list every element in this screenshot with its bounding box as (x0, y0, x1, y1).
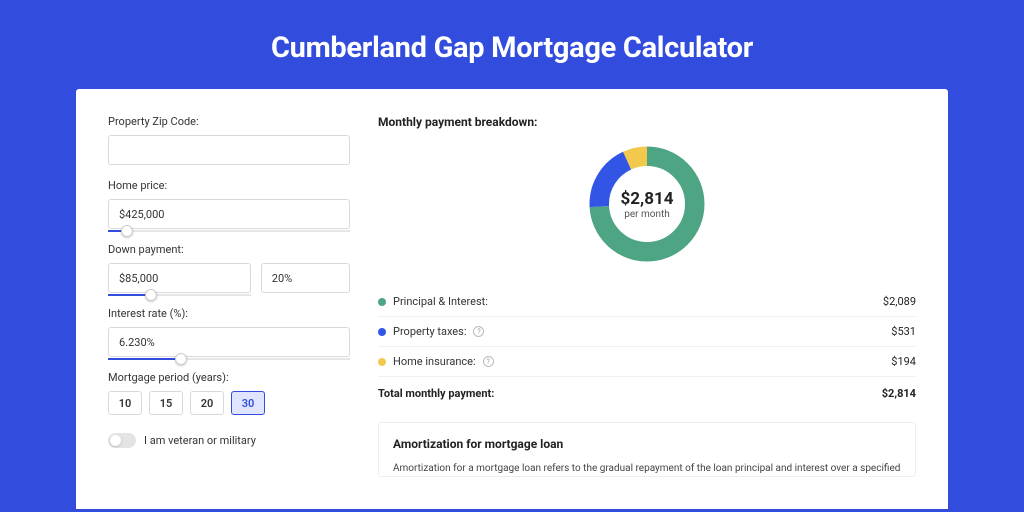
down-payment-pct-input[interactable] (261, 263, 350, 293)
legend-row-insurance: Home insurance: ? $194 (378, 347, 916, 377)
period-btn-30[interactable]: 30 (231, 391, 265, 415)
dot-icon (378, 358, 386, 366)
legend-value: $2,089 (883, 295, 916, 308)
zip-label: Property Zip Code: (108, 115, 350, 128)
total-label: Total monthly payment: (378, 387, 494, 400)
interest-slider-thumb[interactable] (175, 353, 187, 365)
period-btn-15[interactable]: 15 (149, 391, 183, 415)
page-title: Cumberland Gap Mortgage Calculator (0, 0, 1024, 89)
zip-input[interactable] (108, 135, 350, 165)
amortization-text: Amortization for a mortgage loan refers … (393, 461, 901, 476)
period-buttons: 10 15 20 30 (108, 391, 350, 415)
donut-sub: per month (624, 209, 670, 220)
breakdown-title: Monthly payment breakdown: (378, 115, 916, 129)
interest-label: Interest rate (%): (108, 307, 350, 320)
total-value: $2,814 (882, 387, 916, 400)
period-btn-10[interactable]: 10 (108, 391, 142, 415)
calculator-card: Property Zip Code: Home price: Down paym… (76, 89, 948, 509)
donut-chart: $2,814 per month (584, 141, 710, 267)
period-btn-20[interactable]: 20 (190, 391, 224, 415)
legend-label: Principal & Interest: (393, 295, 488, 308)
dot-icon (378, 298, 386, 306)
legend-row-taxes: Property taxes: ? $531 (378, 317, 916, 347)
veteran-label: I am veteran or military (144, 434, 256, 447)
form-panel: Property Zip Code: Home price: Down paym… (108, 115, 350, 509)
breakdown-panel: Monthly payment breakdown: $2,814 per mo… (378, 115, 916, 509)
down-payment-input[interactable] (108, 263, 251, 293)
info-icon[interactable]: ? (483, 356, 494, 367)
total-row: Total monthly payment: $2,814 (378, 377, 916, 410)
home-price-label: Home price: (108, 179, 350, 192)
amortization-title: Amortization for mortgage loan (393, 437, 901, 451)
info-icon[interactable]: ? (473, 326, 484, 337)
home-price-slider[interactable] (108, 230, 350, 232)
down-payment-slider-thumb[interactable] (145, 289, 157, 301)
veteran-toggle[interactable] (108, 433, 136, 448)
period-label: Mortgage period (years): (108, 371, 350, 384)
legend-label: Home insurance: (393, 355, 476, 368)
interest-input[interactable] (108, 327, 350, 357)
legend-value: $531 (891, 325, 916, 338)
legend-value: $194 (891, 355, 916, 368)
donut-amount: $2,814 (621, 189, 674, 209)
dot-icon (378, 328, 386, 336)
home-price-slider-thumb[interactable] (121, 225, 133, 237)
down-payment-label: Down payment: (108, 243, 350, 256)
amortization-box: Amortization for mortgage loan Amortizat… (378, 422, 916, 477)
home-price-input[interactable] (108, 199, 350, 229)
legend-label: Property taxes: (393, 325, 466, 338)
legend-row-principal: Principal & Interest: $2,089 (378, 287, 916, 317)
